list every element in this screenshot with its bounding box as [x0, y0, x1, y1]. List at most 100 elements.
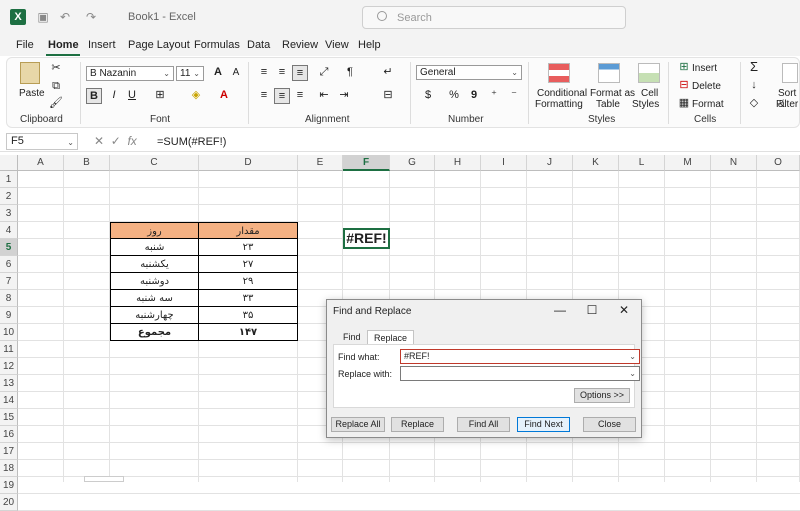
menu-page-layout[interactable]: Page Layout [128, 39, 190, 51]
row-header-3[interactable]: 3 [0, 205, 18, 222]
conditional-formatting-icon[interactable] [548, 63, 570, 83]
row-header-18[interactable]: 18 [0, 460, 18, 477]
row-header-12[interactable]: 12 [0, 358, 18, 375]
currency-button[interactable]: $ [420, 88, 436, 104]
row-header-19[interactable]: 19 [0, 477, 18, 494]
align-middle-icon[interactable]: ≡ [274, 65, 290, 81]
column-header-o[interactable]: O [757, 155, 800, 171]
format-as-table-label[interactable]: Format as [590, 88, 635, 99]
menu-review[interactable]: Review [282, 39, 318, 51]
italic-button[interactable]: I [106, 88, 122, 104]
cell-styles-label[interactable]: Cell [641, 88, 658, 99]
menu-data[interactable]: Data [247, 39, 270, 51]
column-header-a[interactable]: A [18, 155, 64, 171]
font-color-icon[interactable]: A [216, 88, 232, 104]
row-header-7[interactable]: 7 [0, 273, 18, 290]
insert-cells-button[interactable]: Insert [692, 63, 717, 74]
column-header-f[interactable]: F [343, 155, 390, 171]
name-box[interactable]: F5 ⌄ [6, 133, 78, 150]
replace-with-input[interactable]: ⌄ [400, 366, 640, 381]
row-header-10[interactable]: 10 [0, 324, 18, 341]
grow-font-button[interactable]: A [210, 65, 226, 81]
table-cell[interactable]: دوشنبه [110, 273, 199, 290]
column-header-j[interactable]: J [527, 155, 573, 171]
table-cell[interactable]: ۳۵ [199, 307, 298, 324]
increase-decimal-icon[interactable]: ⁺ [486, 88, 502, 104]
insert-cells-icon[interactable]: ⊞ [676, 60, 692, 76]
menu-view[interactable]: View [325, 39, 349, 51]
options-button[interactable]: Options >> [574, 388, 630, 403]
tab-find[interactable]: Find [337, 330, 367, 344]
menu-home[interactable]: Home [48, 39, 79, 51]
row-header-2[interactable]: 2 [0, 188, 18, 205]
replace-button[interactable]: Replace [391, 417, 444, 432]
chevron-down-icon[interactable]: ⌄ [629, 367, 636, 380]
cut-icon[interactable]: ✂ [48, 61, 64, 77]
row-header-13[interactable]: 13 [0, 375, 18, 392]
minimize-icon[interactable]: — [553, 303, 567, 317]
column-header-l[interactable]: L [619, 155, 665, 171]
find-next-button[interactable]: Find Next [517, 417, 570, 432]
orientation-icon[interactable]: ⤢ [316, 65, 332, 81]
find-all-button[interactable]: Find All [457, 417, 510, 432]
autosum-button[interactable]: Σ [746, 60, 762, 76]
delete-cells-button[interactable]: Delete [692, 81, 721, 92]
column-header-e[interactable]: E [298, 155, 343, 171]
maximize-icon[interactable]: ☐ [585, 303, 599, 317]
decrease-decimal-icon[interactable]: ⁻ [506, 88, 522, 104]
table-cell[interactable]: چهارشنبه [110, 307, 199, 324]
cell-styles-icon[interactable] [638, 63, 660, 83]
increase-indent-icon[interactable]: ⇥ [336, 88, 352, 104]
format-painter-icon[interactable]: 🖌 [48, 96, 64, 112]
redo-icon[interactable]: ↷ [84, 10, 98, 24]
row-header-11[interactable]: 11 [0, 341, 18, 358]
menu-file[interactable]: File [16, 39, 34, 51]
row-header-1[interactable]: 1 [0, 171, 18, 188]
column-header-k[interactable]: K [573, 155, 619, 171]
column-header-m[interactable]: M [665, 155, 711, 171]
fill-color-icon[interactable]: ◈ [188, 88, 204, 104]
fx-icon[interactable]: fx [127, 134, 136, 148]
bold-button[interactable]: B [86, 88, 102, 104]
close-button[interactable]: Close [583, 417, 636, 432]
merge-center-icon[interactable]: ⊟ [380, 88, 396, 104]
table-cell[interactable]: ۳۳ [199, 290, 298, 307]
undo-icon[interactable]: ↶ [58, 10, 72, 24]
table-cell[interactable]: ۲۷ [199, 256, 298, 273]
replace-all-button[interactable]: Replace All [331, 417, 385, 432]
select-all-corner[interactable] [0, 155, 18, 171]
search-box[interactable]: Search [362, 6, 626, 29]
table-cell[interactable]: سه شنبه [110, 290, 199, 307]
format-cells-button[interactable]: Format [692, 99, 724, 110]
clear-icon[interactable]: ◇ [746, 96, 762, 112]
cell-styles-label2[interactable]: Styles [632, 99, 659, 110]
tab-replace[interactable]: Replace [367, 330, 415, 344]
conditional-formatting-label2[interactable]: Formatting [535, 99, 583, 110]
cancel-icon[interactable]: ✕ [94, 134, 104, 148]
conditional-formatting-label[interactable]: Conditional [537, 88, 587, 99]
row-header-5[interactable]: 5 [0, 239, 18, 256]
table-header-cell[interactable]: مقدار [199, 222, 298, 239]
column-header-n[interactable]: N [711, 155, 757, 171]
menu-insert[interactable]: Insert [88, 39, 116, 51]
menu-help[interactable]: Help [358, 39, 381, 51]
paste-icon[interactable] [20, 62, 40, 84]
formula-input[interactable]: =SUM(#REF!) [157, 136, 226, 148]
close-icon[interactable]: ✕ [617, 303, 631, 317]
chevron-down-icon[interactable]: ⌄ [629, 350, 636, 363]
comma-button[interactable]: 9 [466, 88, 482, 104]
align-right-icon[interactable]: ≡ [292, 88, 308, 104]
active-cell-f5[interactable]: #REF! [343, 228, 390, 249]
find-what-input[interactable]: #REF! ⌄ [400, 349, 640, 364]
table-header-cell[interactable]: روز [110, 222, 199, 239]
enter-icon[interactable]: ✓ [111, 134, 121, 148]
column-header-i[interactable]: I [481, 155, 527, 171]
percent-button[interactable]: % [446, 88, 462, 104]
column-header-d[interactable]: D [199, 155, 298, 171]
align-bottom-icon[interactable]: ≡ [292, 65, 308, 81]
borders-icon[interactable]: ⊞ [152, 88, 168, 104]
table-cell[interactable]: یکشنبه [110, 256, 199, 273]
underline-button[interactable]: U [124, 88, 140, 104]
table-cell[interactable]: ۲۳ [199, 239, 298, 256]
decrease-indent-icon[interactable]: ⇤ [316, 88, 332, 104]
